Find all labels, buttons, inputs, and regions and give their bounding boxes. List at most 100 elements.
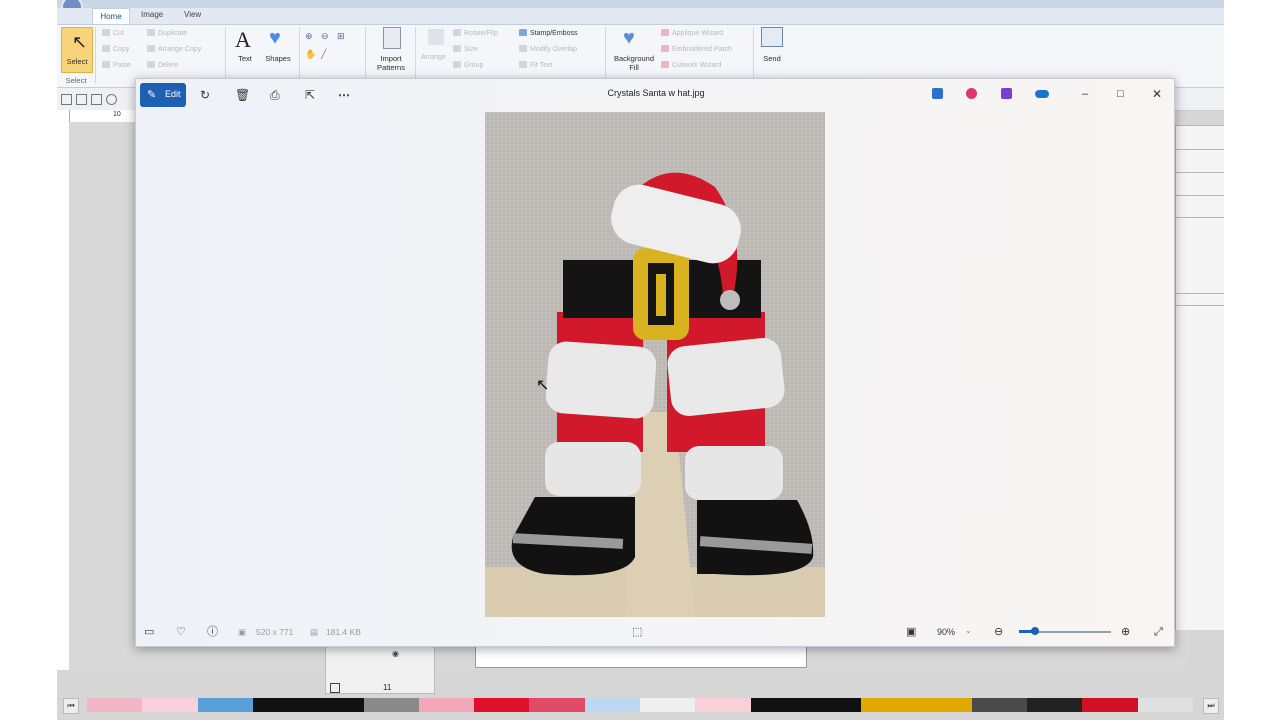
select-button[interactable]: ↖ Select: [61, 27, 93, 73]
zoom-in-icon[interactable]: ⊕: [1121, 625, 1130, 639]
thread-color-swatch[interactable]: [418, 698, 475, 712]
scissors-icon: [102, 29, 110, 36]
zoom-out-icon[interactable]: ⊖: [321, 31, 329, 42]
info-icon[interactable]: ⓘ: [207, 625, 218, 639]
thread-color-swatch[interactable]: [584, 698, 641, 712]
expand-icon[interactable]: [330, 683, 340, 693]
thread-color-swatch[interactable]: [1027, 698, 1083, 712]
applique-wizard-label: Applique Wizard: [672, 30, 723, 37]
favorite-heart-icon[interactable]: ♡: [176, 625, 186, 639]
arrange-copy-label: Arrange Copy: [158, 46, 202, 53]
thread-color-swatch[interactable]: [1082, 698, 1139, 712]
thread-color-swatch[interactable]: [1137, 698, 1194, 712]
rotate-icon[interactable]: ↻: [200, 87, 210, 103]
palette-scroll-right-icon[interactable]: ⏭: [1203, 698, 1219, 714]
clipchamp-app-icon[interactable]: [1001, 88, 1012, 99]
chevron-down-icon[interactable]: ⌄: [965, 626, 972, 635]
text-button[interactable]: A Text: [233, 27, 257, 73]
select-group-label: Select: [65, 76, 87, 85]
paste-button[interactable]: Paste: [102, 61, 131, 69]
patch-heart-icon: [661, 45, 669, 52]
thread-color-palette[interactable]: [87, 698, 1194, 712]
tab-view[interactable]: View: [184, 10, 201, 19]
paint-app-icon[interactable]: [966, 88, 977, 99]
embroidered-patch-label: Embroidered Patch: [672, 46, 732, 53]
panel-divider: [1176, 125, 1224, 126]
actual-size-icon[interactable]: ▣: [906, 625, 916, 639]
thread-color-swatch[interactable]: [640, 698, 696, 712]
minimize-icon[interactable]: –: [1082, 86, 1088, 102]
cut-button[interactable]: Cut: [102, 29, 124, 37]
shapes-button[interactable]: ♥ Shapes: [263, 27, 293, 73]
open-file-icon[interactable]: [76, 94, 87, 105]
zoom-toolbar-icon[interactable]: [106, 94, 117, 105]
size-button[interactable]: Size: [453, 45, 478, 53]
more-options-icon[interactable]: ⋯: [338, 87, 350, 103]
save-file-icon[interactable]: [91, 94, 102, 105]
zoom-in-icon[interactable]: ⊕: [305, 31, 313, 42]
arrange-copy-icon: [147, 45, 155, 52]
fit-text-icon: [519, 61, 527, 68]
import-patterns-button[interactable]: Import Patterns: [371, 27, 411, 75]
ribbon-tabs: Home Image View: [57, 8, 1224, 25]
modify-overlap-button[interactable]: Modify Overlap: [519, 45, 577, 53]
pattern-thumbnail-panel[interactable]: ◉ 11: [325, 646, 435, 694]
thread-color-swatch[interactable]: [529, 698, 586, 712]
new-file-icon[interactable]: [61, 94, 72, 105]
thread-color-swatch[interactable]: [142, 698, 199, 712]
zoom-out-icon[interactable]: ⊖: [994, 625, 1003, 639]
stamp-emboss-button[interactable]: Stamp/Emboss: [519, 29, 577, 37]
thread-color-swatch[interactable]: [252, 698, 309, 712]
photo-editor-app-icon[interactable]: [932, 88, 943, 99]
thread-color-swatch[interactable]: [750, 698, 807, 712]
background-fill-label: Background Fill: [613, 54, 655, 72]
send-button[interactable]: Send: [757, 27, 787, 73]
zoom-fit-icon[interactable]: ⊞: [337, 31, 345, 42]
onedrive-cloud-icon[interactable]: [1035, 90, 1049, 98]
embroidered-patch-button[interactable]: Embroidered Patch: [661, 45, 732, 53]
copy-button[interactable]: Copy: [102, 45, 129, 53]
zoom-slider-handle[interactable]: [1031, 627, 1040, 635]
measure-icon[interactable]: ╱: [321, 49, 326, 60]
arrange-copy-button[interactable]: Arrange Copy: [147, 45, 201, 53]
duplicate-button[interactable]: Duplicate: [147, 29, 187, 37]
maximize-icon[interactable]: □: [1117, 86, 1124, 102]
pan-hand-icon[interactable]: ✋: [305, 49, 316, 60]
thread-color-swatch[interactable]: [805, 698, 862, 712]
background-fill-button[interactable]: ♥ Background Fill: [609, 27, 659, 75]
share-icon[interactable]: ⇱: [305, 87, 315, 103]
zoom-tools-group[interactable]: ⊕ ⊖ ⊞ ✋ ╱: [305, 31, 357, 67]
eye-icon[interactable]: ◉: [392, 649, 399, 658]
thread-color-swatch[interactable]: [695, 698, 752, 712]
fit-text-button[interactable]: Fit Text: [519, 61, 552, 69]
thread-color-swatch[interactable]: [87, 698, 143, 712]
delete-trash-icon[interactable]: 🗑: [235, 87, 250, 103]
filmstrip-icon[interactable]: ▭: [144, 625, 154, 639]
rotate-flip-button[interactable]: Rotate/Flip: [453, 29, 498, 37]
fit-to-window-icon[interactable]: ⬚: [632, 625, 642, 639]
arrange-button[interactable]: Arrange: [421, 27, 451, 71]
close-icon[interactable]: ✕: [1152, 86, 1162, 102]
group-button[interactable]: Group: [453, 61, 483, 69]
tab-home[interactable]: Home: [92, 8, 130, 24]
zoom-level-value[interactable]: 90%: [937, 627, 955, 637]
thread-color-swatch[interactable]: [971, 698, 1028, 712]
fullscreen-icon[interactable]: ⤢: [1154, 625, 1163, 639]
delete-button[interactable]: Delete: [147, 61, 178, 69]
edit-pencil-icon: ✎: [147, 89, 157, 101]
thread-color-swatch[interactable]: [916, 698, 973, 712]
applique-wizard-button[interactable]: Applique Wizard: [661, 29, 723, 37]
palette-scroll-left-icon[interactable]: ⏮: [63, 698, 79, 714]
edit-button[interactable]: ✎ Edit: [140, 83, 186, 107]
thread-color-swatch[interactable]: [308, 698, 364, 712]
santa-photo[interactable]: [485, 112, 825, 617]
overlap-icon: [519, 45, 527, 52]
thread-color-swatch[interactable]: [474, 698, 530, 712]
thread-color-swatch[interactable]: [363, 698, 420, 712]
thread-color-swatch[interactable]: [861, 698, 917, 712]
panel-divider: [1176, 149, 1224, 150]
thread-color-swatch[interactable]: [197, 698, 254, 712]
print-icon[interactable]: ⎙: [270, 87, 280, 103]
cutwork-wizard-button[interactable]: Cutwork Wizard: [661, 61, 721, 69]
tab-image[interactable]: Image: [141, 10, 163, 19]
